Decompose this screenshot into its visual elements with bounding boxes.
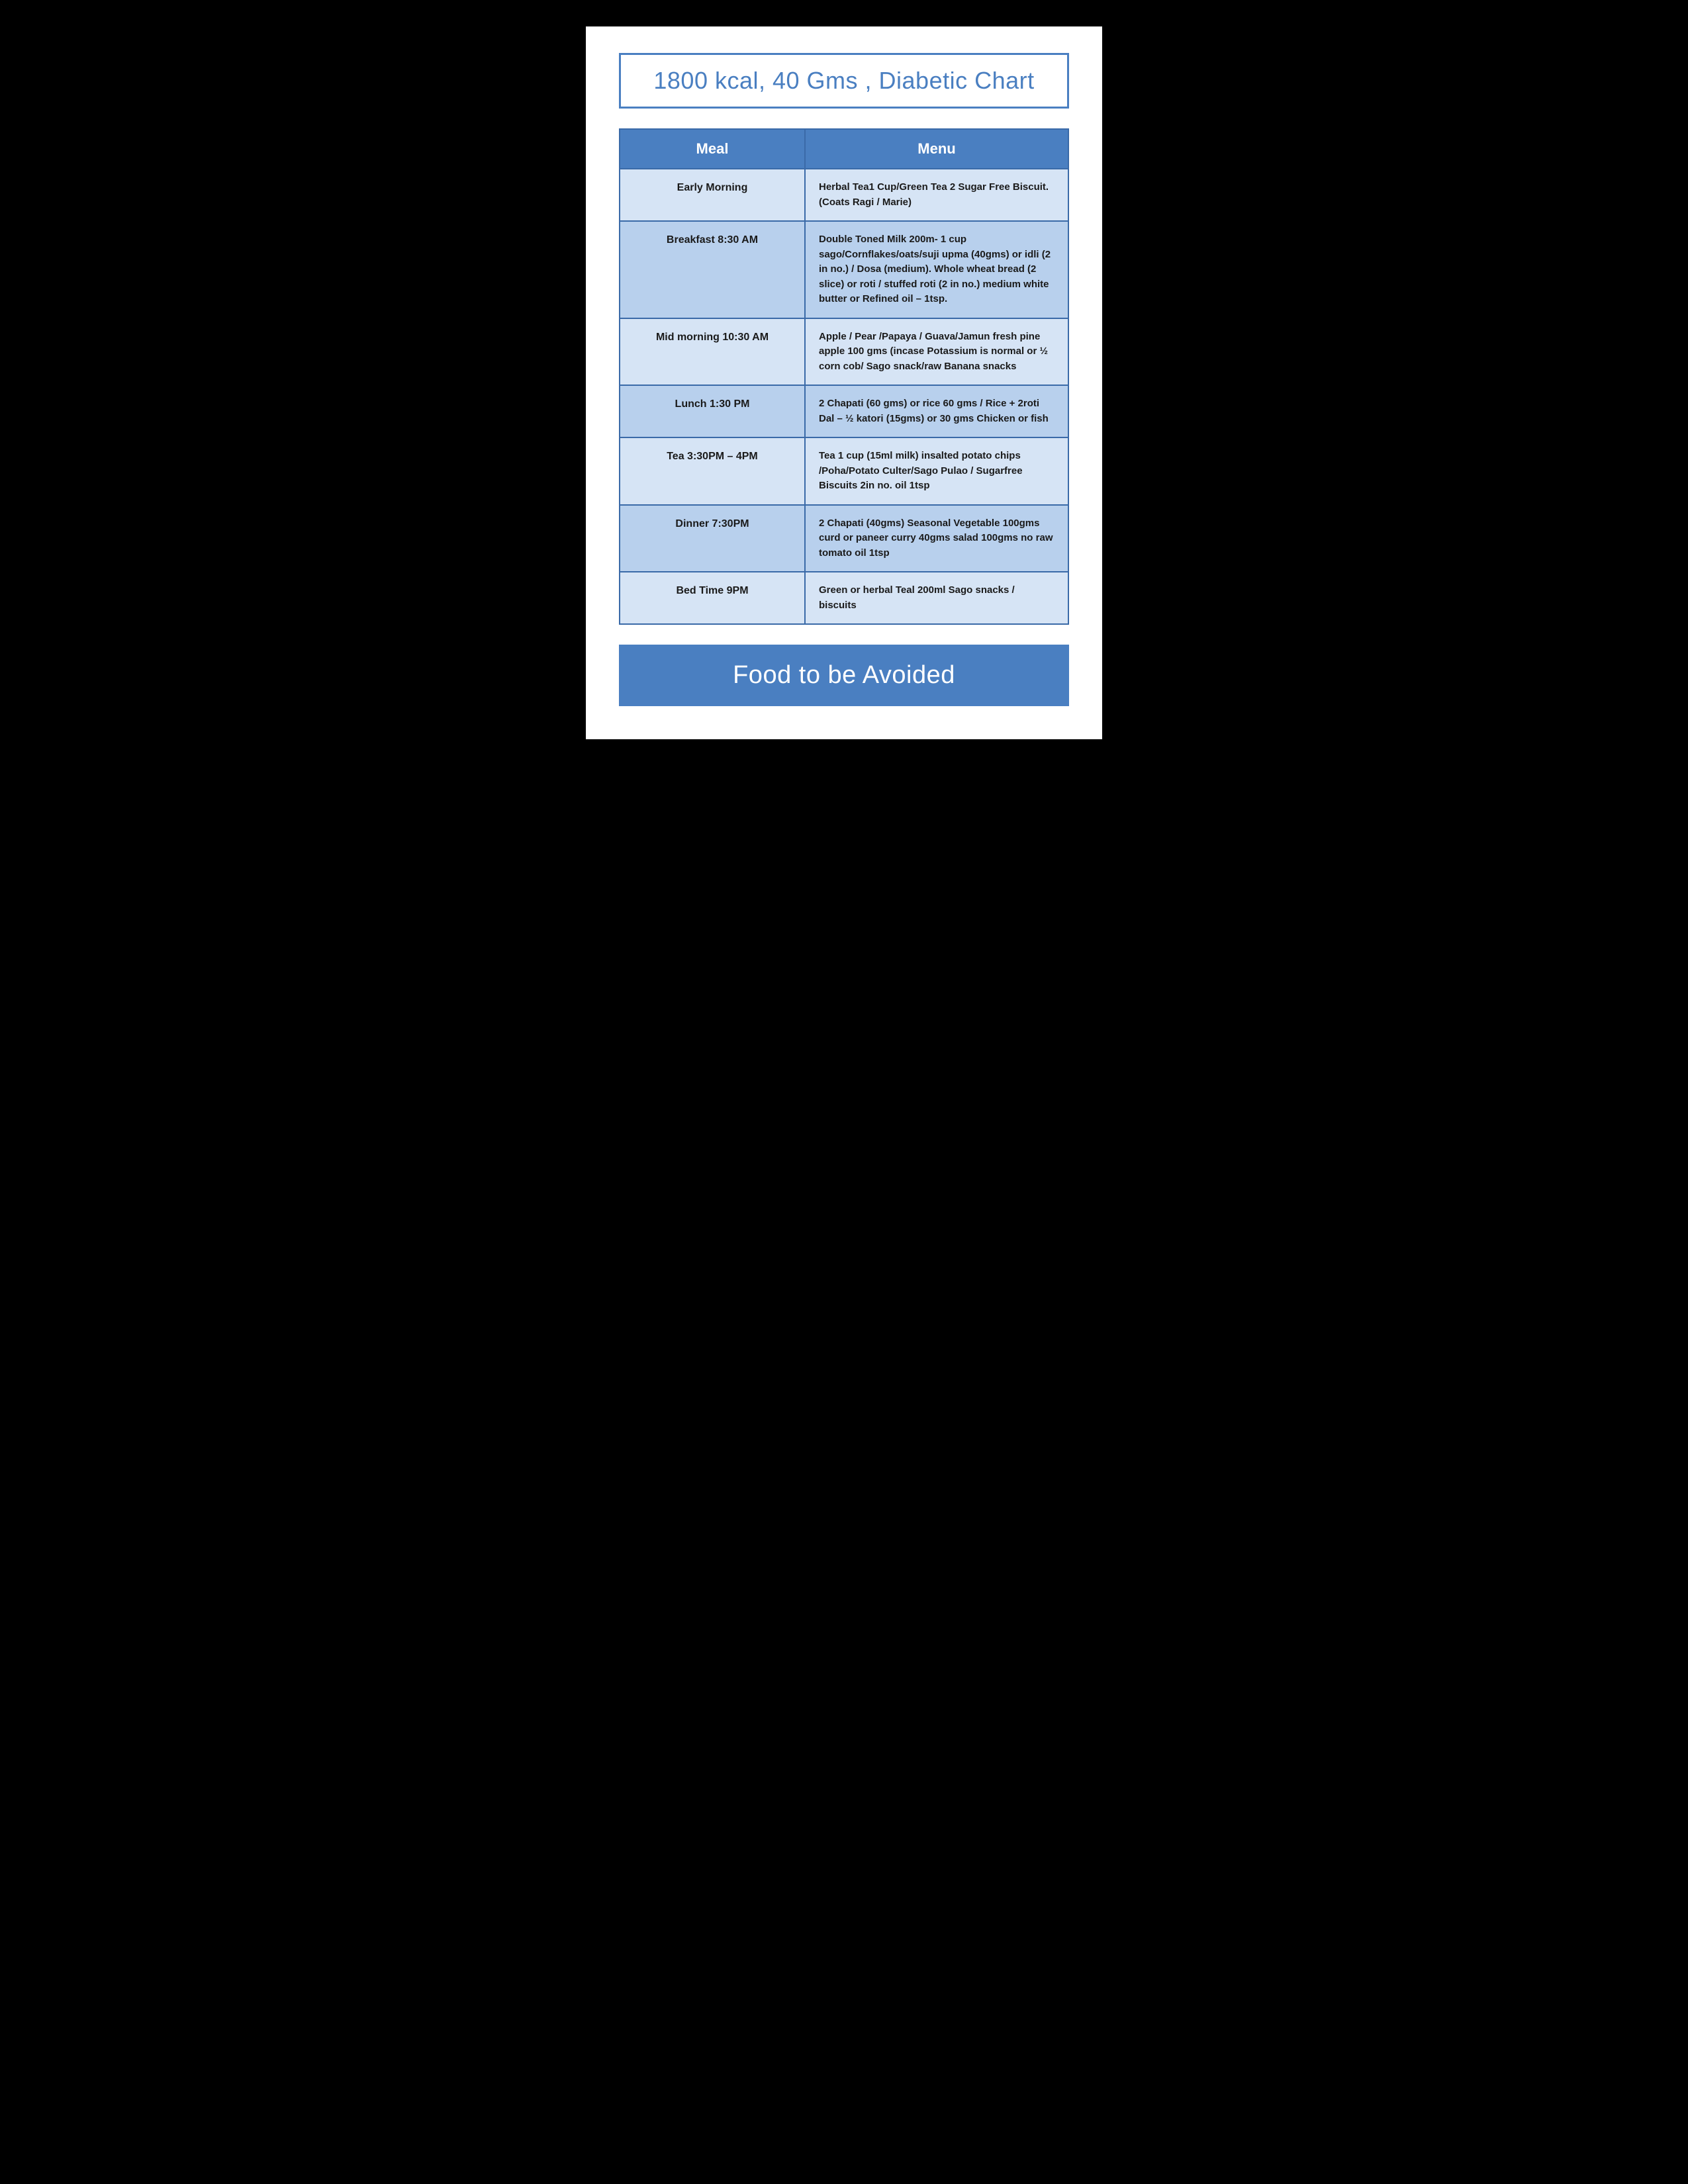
menu-cell: Tea 1 cup (15ml milk) insalted potato ch…	[805, 437, 1068, 505]
page-container: 1800 kcal, 40 Gms , Diabetic Chart Meal …	[586, 26, 1102, 739]
menu-cell: Double Toned Milk 200m- 1 cup sago/Cornf…	[805, 221, 1068, 318]
table-row: Dinner 7:30PM2 Chapati (40gms) Seasonal …	[620, 505, 1068, 572]
table-row: Breakfast 8:30 AMDouble Toned Milk 200m-…	[620, 221, 1068, 318]
meal-cell: Bed Time 9PM	[620, 572, 805, 624]
menu-cell: Green or herbal Teal 200ml Sago snacks /…	[805, 572, 1068, 624]
table-row: Lunch 1:30 PM2 Chapati (60 gms) or rice …	[620, 385, 1068, 437]
menu-cell: Apple / Pear /Papaya / Guava/Jamun fresh…	[805, 318, 1068, 386]
page-title: 1800 kcal, 40 Gms , Diabetic Chart	[653, 67, 1034, 94]
menu-cell: 2 Chapati (40gms) Seasonal Vegetable 100…	[805, 505, 1068, 572]
meal-cell: Early Morning	[620, 169, 805, 221]
table-row: Mid morning 10:30 AMApple / Pear /Papaya…	[620, 318, 1068, 386]
meal-column-header: Meal	[620, 129, 805, 169]
meal-cell: Tea 3:30PM – 4PM	[620, 437, 805, 505]
table-row: Bed Time 9PMGreen or herbal Teal 200ml S…	[620, 572, 1068, 624]
title-box: 1800 kcal, 40 Gms , Diabetic Chart	[619, 53, 1069, 109]
meal-cell: Lunch 1:30 PM	[620, 385, 805, 437]
menu-column-header: Menu	[805, 129, 1068, 169]
meal-cell: Breakfast 8:30 AM	[620, 221, 805, 318]
meal-cell: Mid morning 10:30 AM	[620, 318, 805, 386]
menu-cell: 2 Chapati (60 gms) or rice 60 gms / Rice…	[805, 385, 1068, 437]
meal-cell: Dinner 7:30PM	[620, 505, 805, 572]
table-header-row: Meal Menu	[620, 129, 1068, 169]
menu-cell: Herbal Tea1 Cup/Green Tea 2 Sugar Free B…	[805, 169, 1068, 221]
footer-box: Food to be Avoided	[619, 645, 1069, 706]
table-row: Tea 3:30PM – 4PMTea 1 cup (15ml milk) in…	[620, 437, 1068, 505]
table-row: Early MorningHerbal Tea1 Cup/Green Tea 2…	[620, 169, 1068, 221]
meal-table: Meal Menu Early MorningHerbal Tea1 Cup/G…	[619, 128, 1069, 625]
footer-title: Food to be Avoided	[733, 661, 955, 689]
